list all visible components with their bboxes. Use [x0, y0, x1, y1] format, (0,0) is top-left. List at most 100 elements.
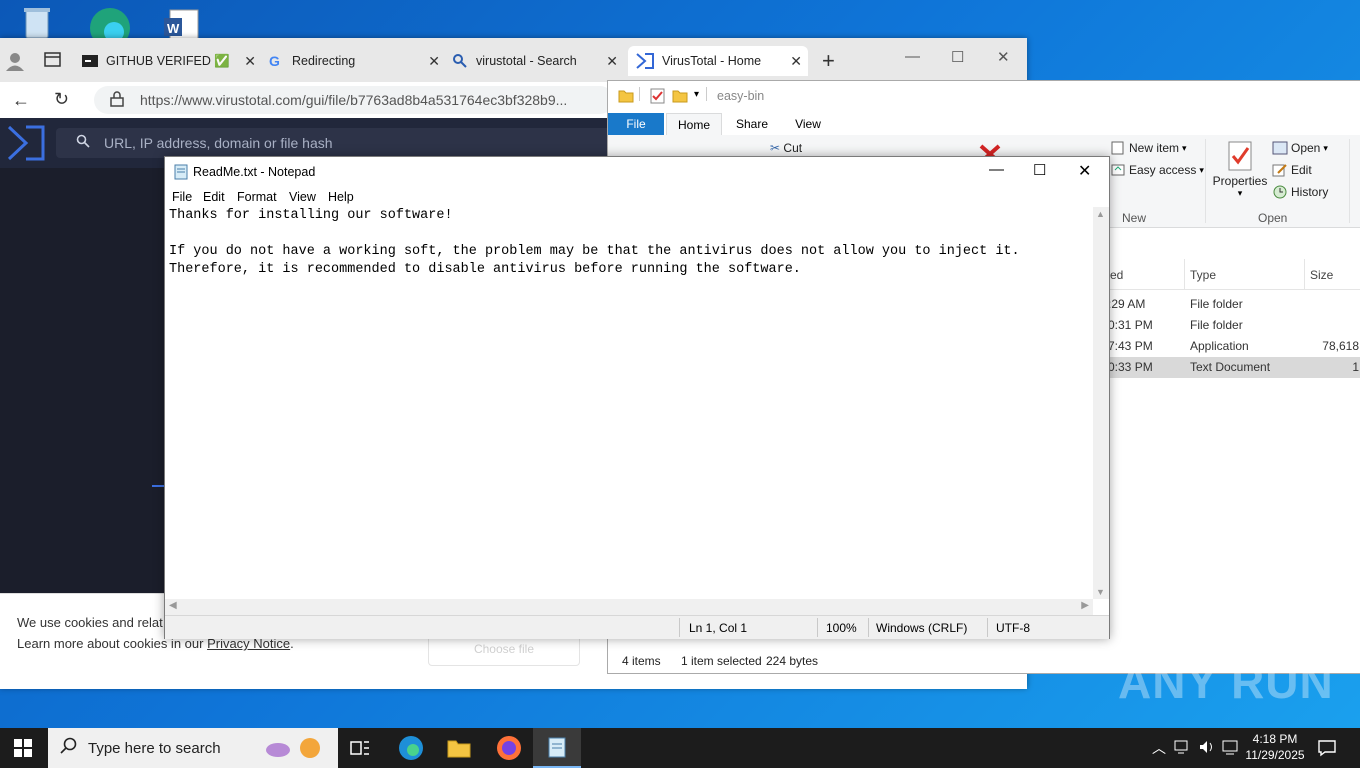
- ribbon-tab-view[interactable]: View: [780, 113, 836, 135]
- close-tab-icon[interactable]: ✕: [790, 53, 802, 70]
- start-windows-icon[interactable]: [14, 739, 32, 760]
- tab-redirecting[interactable]: G Redirecting ✕: [268, 46, 446, 76]
- system-clock[interactable]: 4:18 PM 11/29/2025: [1240, 731, 1310, 763]
- taskbar-search-box[interactable]: Type here to search: [48, 728, 338, 768]
- terminal-favicon-icon: [82, 55, 98, 67]
- menu-help[interactable]: Help: [328, 190, 354, 204]
- scroll-left-icon[interactable]: ◀: [169, 600, 177, 611]
- back-icon[interactable]: ←: [12, 90, 30, 111]
- text-line: ​: [169, 225, 1095, 243]
- file-row[interactable]: 7:43 PM Application 78,618: [1108, 336, 1360, 357]
- close-tab-icon[interactable]: ✕: [428, 53, 440, 70]
- file-row[interactable]: 0:31 PM File folder: [1108, 315, 1360, 336]
- menu-edit[interactable]: Edit: [203, 190, 225, 204]
- menu-view[interactable]: View: [289, 190, 316, 204]
- properties-quick-icon[interactable]: [650, 88, 666, 107]
- anyrun-watermark: ANY RUN: [1118, 656, 1334, 708]
- easy-access-button[interactable]: Easy access ▾: [1110, 163, 1204, 177]
- history-button[interactable]: History: [1272, 185, 1328, 199]
- notepad-menu-bar: File Edit Format View Help: [165, 187, 1109, 207]
- line-ending: Windows (CRLF): [876, 621, 968, 635]
- tab-github-verifed[interactable]: GITHUB VERIFED ✅ ✕: [82, 46, 262, 76]
- menu-format[interactable]: Format: [237, 190, 277, 204]
- column-type[interactable]: Type: [1190, 268, 1216, 282]
- new-tab-icon[interactable]: +: [822, 48, 835, 74]
- maximize-icon[interactable]: ☐: [951, 48, 964, 66]
- column-date-modified[interactable]: ed: [1110, 268, 1123, 282]
- notepad-icon: [173, 164, 189, 183]
- url-field[interactable]: https://www.virustotal.com/gui/file/b776…: [94, 86, 614, 114]
- notifications-icon[interactable]: [1318, 739, 1336, 760]
- search-icon: [60, 737, 78, 759]
- properties-icon: [1228, 141, 1252, 171]
- input-method-icon[interactable]: [1222, 739, 1238, 758]
- vertical-scrollbar[interactable]: ▲ ▼: [1093, 207, 1109, 599]
- word-document-icon[interactable]: W: [160, 6, 204, 43]
- scissors-icon: ✂: [770, 141, 781, 155]
- text-line: Thanks for installing our software!: [169, 208, 453, 223]
- ribbon-tab-share[interactable]: Share: [724, 113, 780, 135]
- ribbon-tab-home[interactable]: Home: [666, 113, 722, 135]
- scroll-up-icon[interactable]: ▲: [1096, 209, 1105, 219]
- notepad-status-bar: Ln 1, Col 1 100% Windows (CRLF) UTF-8: [165, 615, 1109, 639]
- notepad-taskbar-icon[interactable]: [533, 728, 581, 768]
- new-folder-quick-icon[interactable]: [672, 89, 688, 106]
- virustotal-favicon-icon: [636, 53, 654, 69]
- minimize-icon[interactable]: —: [989, 161, 1004, 178]
- column-size[interactable]: Size: [1310, 268, 1333, 282]
- refresh-icon[interactable]: ↻: [54, 89, 69, 110]
- edge-desktop-icon[interactable]: [88, 6, 132, 48]
- task-view-icon[interactable]: [336, 728, 384, 768]
- file-row[interactable]: :29 AM File folder: [1108, 294, 1360, 315]
- menu-file[interactable]: File: [172, 190, 192, 204]
- network-icon[interactable]: [1174, 739, 1190, 758]
- notepad-text-area[interactable]: Thanks for installing our software! ​If y…: [165, 207, 1095, 599]
- firefox-taskbar-icon[interactable]: [485, 728, 533, 768]
- close-window-icon[interactable]: ✕: [997, 48, 1010, 66]
- virustotal-logo-icon[interactable]: [6, 124, 46, 165]
- cursor-position: Ln 1, Col 1: [689, 621, 748, 635]
- taskbar: Type here to search ︿ 4:18 PM 11/29/2025: [0, 728, 1360, 768]
- encoding: UTF-8: [996, 621, 1030, 635]
- open-button[interactable]: Open ▾: [1272, 141, 1328, 155]
- notepad-window: ReadMe.txt - Notepad — ☐ ✕ File Edit For…: [164, 156, 1110, 639]
- maximize-icon[interactable]: ☐: [1033, 161, 1046, 179]
- scroll-down-icon[interactable]: ▼: [1096, 587, 1105, 597]
- svg-text:G: G: [269, 53, 280, 69]
- explorer-path-title: easy-bin: [717, 89, 765, 103]
- show-hidden-icons[interactable]: ︿: [1152, 738, 1166, 758]
- close-tab-icon[interactable]: ✕: [244, 53, 256, 70]
- google-favicon-icon: G: [269, 53, 280, 69]
- close-tab-icon[interactable]: ✕: [606, 53, 618, 70]
- horizontal-scrollbar[interactable]: ◀ ▶: [165, 599, 1093, 615]
- file-explorer-taskbar-icon[interactable]: [435, 728, 483, 768]
- edge-taskbar-icon[interactable]: [387, 728, 435, 768]
- folder-icon: [618, 89, 634, 106]
- cookie-text-line1: We use cookies and relat: [17, 615, 163, 630]
- scroll-right-icon[interactable]: ▶: [1081, 600, 1089, 611]
- edit-button[interactable]: Edit: [1272, 163, 1312, 177]
- profile-avatar-icon[interactable]: [4, 50, 26, 75]
- cut-button[interactable]: ✂ Cut: [770, 141, 802, 155]
- tab-virustotal-home[interactable]: VirusTotal - Home ✕: [628, 46, 808, 76]
- notepad-title: ReadMe.txt - Notepad: [193, 165, 316, 179]
- column-headers: ed Type Size: [1108, 259, 1360, 290]
- properties-button[interactable]: Properties ▾: [1212, 141, 1268, 199]
- volume-icon[interactable]: [1198, 739, 1216, 758]
- tab-actions-icon[interactable]: [44, 52, 62, 71]
- progress-indicator: [152, 485, 164, 487]
- file-row-selected[interactable]: 0:33 PM Text Document 1: [1108, 357, 1360, 378]
- new-item-icon: [1111, 141, 1124, 155]
- recycle-bin-icon[interactable]: [14, 6, 58, 42]
- easy-access-icon: [1111, 164, 1125, 176]
- customize-toolbar-icon[interactable]: ▾: [694, 89, 699, 100]
- minimize-icon[interactable]: —: [905, 48, 920, 65]
- close-window-icon[interactable]: ✕: [1078, 161, 1091, 181]
- tab-strip: GITHUB VERIFED ✅ ✕ G Redirecting ✕ virus…: [0, 38, 1027, 82]
- tab-virustotal-search[interactable]: virustotal - Search ✕: [452, 46, 624, 76]
- new-item-button[interactable]: New item ▾: [1110, 141, 1187, 155]
- ribbon-tab-file[interactable]: File: [608, 113, 664, 135]
- text-line: If you do not have a working soft, the p…: [169, 244, 1020, 259]
- vt-search-input[interactable]: URL, IP address, domain or file hash: [56, 128, 616, 158]
- explorer-title-bar: ▾ easy-bin: [608, 81, 1360, 113]
